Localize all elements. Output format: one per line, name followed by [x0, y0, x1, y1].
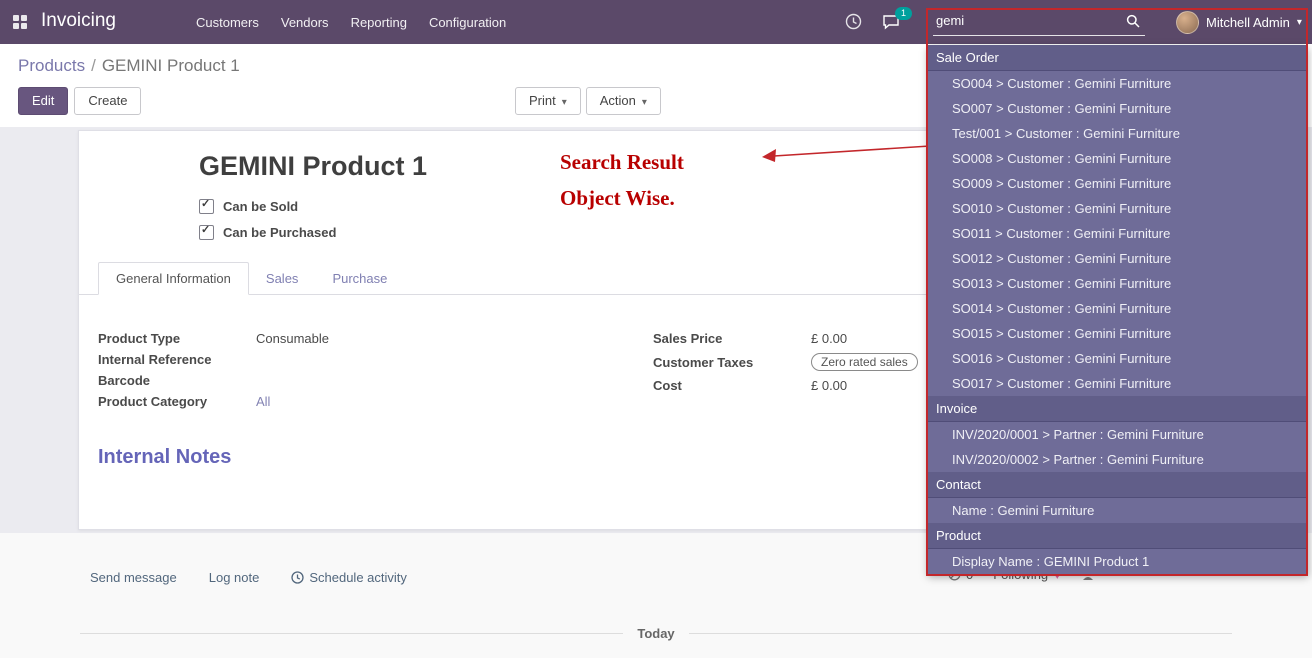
- nav-menu-customers[interactable]: Customers: [196, 15, 259, 30]
- search-result-item[interactable]: SO013 > Customer : Gemini Furniture: [928, 271, 1308, 296]
- can-be-sold-checkbox[interactable]: [199, 199, 214, 214]
- print-button[interactable]: Print▾: [515, 87, 581, 115]
- today-label: Today: [637, 626, 674, 641]
- product-type-row: Product Type Consumable: [98, 328, 568, 349]
- cost-value: £ 0.00: [811, 378, 847, 393]
- search-result-item[interactable]: SO007 > Customer : Gemini Furniture: [928, 96, 1308, 121]
- customer-taxes-value[interactable]: Zero rated sales: [811, 353, 918, 371]
- nav-menus: Customers Vendors Reporting Configuratio…: [196, 0, 506, 44]
- messages-badge: 1: [895, 7, 912, 20]
- search-result-item[interactable]: SO004 > Customer : Gemini Furniture: [928, 71, 1308, 96]
- search-results-dropdown: Sale Order SO004 > Customer : Gemini Fur…: [928, 45, 1308, 574]
- search-result-item[interactable]: SO011 > Customer : Gemini Furniture: [928, 221, 1308, 246]
- app-name[interactable]: Invoicing: [41, 10, 116, 32]
- internal-notes-heading: Internal Notes: [98, 446, 231, 469]
- product-type-value: Consumable: [256, 331, 329, 346]
- search-result-item[interactable]: SO016 > Customer : Gemini Furniture: [928, 346, 1308, 371]
- internal-reference-label: Internal Reference: [98, 352, 256, 367]
- left-field-group: Product Type Consumable Internal Referen…: [98, 328, 568, 412]
- search-result-item[interactable]: Test/001 > Customer : Gemini Furniture: [928, 121, 1308, 146]
- user-name: Mitchell Admin: [1206, 15, 1290, 30]
- customer-taxes-label: Customer Taxes: [653, 355, 811, 370]
- search-group-sale-order: Sale Order: [928, 45, 1308, 71]
- tab-general-information[interactable]: General Information: [98, 262, 249, 295]
- search-result-item[interactable]: Display Name : GEMINI Product 1: [928, 549, 1308, 574]
- search-result-item[interactable]: SO009 > Customer : Gemini Furniture: [928, 171, 1308, 196]
- cost-label: Cost: [653, 378, 811, 393]
- activities-clock-icon[interactable]: [845, 13, 862, 35]
- record-buttons: Edit Create: [18, 87, 141, 115]
- search-result-item[interactable]: SO010 > Customer : Gemini Furniture: [928, 196, 1308, 221]
- edit-button[interactable]: Edit: [18, 87, 68, 115]
- nav-menu-reporting[interactable]: Reporting: [351, 15, 407, 30]
- search-group-product: Product: [928, 523, 1308, 549]
- product-type-label: Product Type: [98, 331, 256, 346]
- search-result-item[interactable]: SO008 > Customer : Gemini Furniture: [928, 146, 1308, 171]
- search-icon[interactable]: [1126, 14, 1140, 33]
- search-result-item[interactable]: INV/2020/0002 > Partner : Gemini Furnitu…: [928, 447, 1308, 472]
- sales-price-value: £ 0.00: [811, 331, 847, 346]
- search-result-item[interactable]: SO012 > Customer : Gemini Furniture: [928, 246, 1308, 271]
- search-result-item[interactable]: Name : Gemini Furniture: [928, 498, 1308, 523]
- create-button[interactable]: Create: [74, 87, 141, 115]
- can-be-purchased-checkbox[interactable]: [199, 225, 214, 240]
- tab-purchase[interactable]: Purchase: [315, 263, 404, 294]
- today-divider: Today: [80, 626, 1232, 641]
- apps-grid-icon[interactable]: [13, 15, 28, 30]
- can-be-purchased-row: Can be Purchased: [199, 225, 336, 240]
- tab-sales[interactable]: Sales: [249, 263, 316, 294]
- print-action-buttons: Print▾ Action▾: [515, 87, 661, 115]
- barcode-label: Barcode: [98, 373, 256, 388]
- can-be-purchased-label: Can be Purchased: [223, 225, 336, 240]
- search-result-item[interactable]: SO014 > Customer : Gemini Furniture: [928, 296, 1308, 321]
- top-navbar: Invoicing Customers Vendors Reporting Co…: [0, 0, 1312, 44]
- nav-menu-configuration[interactable]: Configuration: [429, 15, 506, 30]
- breadcrumb-separator: /: [91, 56, 96, 75]
- search-input[interactable]: [933, 8, 1114, 30]
- breadcrumb-products[interactable]: Products: [18, 56, 85, 75]
- search-result-item[interactable]: SO017 > Customer : Gemini Furniture: [928, 371, 1308, 396]
- schedule-activity-button[interactable]: Schedule activity: [291, 570, 407, 585]
- sales-price-label: Sales Price: [653, 331, 811, 346]
- search-group-contact: Contact: [928, 472, 1308, 498]
- barcode-row: Barcode: [98, 370, 568, 391]
- product-category-row: Product Category All: [98, 391, 568, 412]
- log-note-button[interactable]: Log note: [209, 570, 260, 585]
- nav-menu-vendors[interactable]: Vendors: [281, 15, 329, 30]
- schedule-clock-icon: [291, 571, 304, 584]
- user-avatar: [1176, 11, 1199, 34]
- messages-icon[interactable]: 1: [882, 14, 900, 35]
- caret-down-icon: ▾: [1297, 17, 1302, 28]
- page-title: GEMINI Product 1: [199, 151, 427, 182]
- can-be-sold-row: Can be Sold: [199, 199, 298, 214]
- user-menu[interactable]: Mitchell Admin ▾: [1176, 0, 1302, 44]
- caret-down-icon: ▾: [562, 97, 567, 108]
- caret-down-icon: ▾: [642, 97, 647, 108]
- chatter-actions: Send message Log note Schedule activity: [90, 570, 407, 585]
- internal-reference-row: Internal Reference: [98, 349, 568, 370]
- global-search-box: [933, 8, 1145, 36]
- screen: Invoicing Customers Vendors Reporting Co…: [0, 0, 1312, 658]
- search-group-invoice: Invoice: [928, 396, 1308, 422]
- send-message-button[interactable]: Send message: [90, 570, 177, 585]
- product-category-value[interactable]: All: [256, 394, 270, 409]
- product-category-label: Product Category: [98, 394, 256, 409]
- search-result-item[interactable]: SO015 > Customer : Gemini Furniture: [928, 321, 1308, 346]
- action-button[interactable]: Action▾: [586, 87, 661, 115]
- breadcrumb: Products / GEMINI Product 1: [18, 56, 240, 76]
- search-result-item[interactable]: INV/2020/0001 > Partner : Gemini Furnitu…: [928, 422, 1308, 447]
- can-be-sold-label: Can be Sold: [223, 199, 298, 214]
- breadcrumb-current: GEMINI Product 1: [102, 56, 240, 75]
